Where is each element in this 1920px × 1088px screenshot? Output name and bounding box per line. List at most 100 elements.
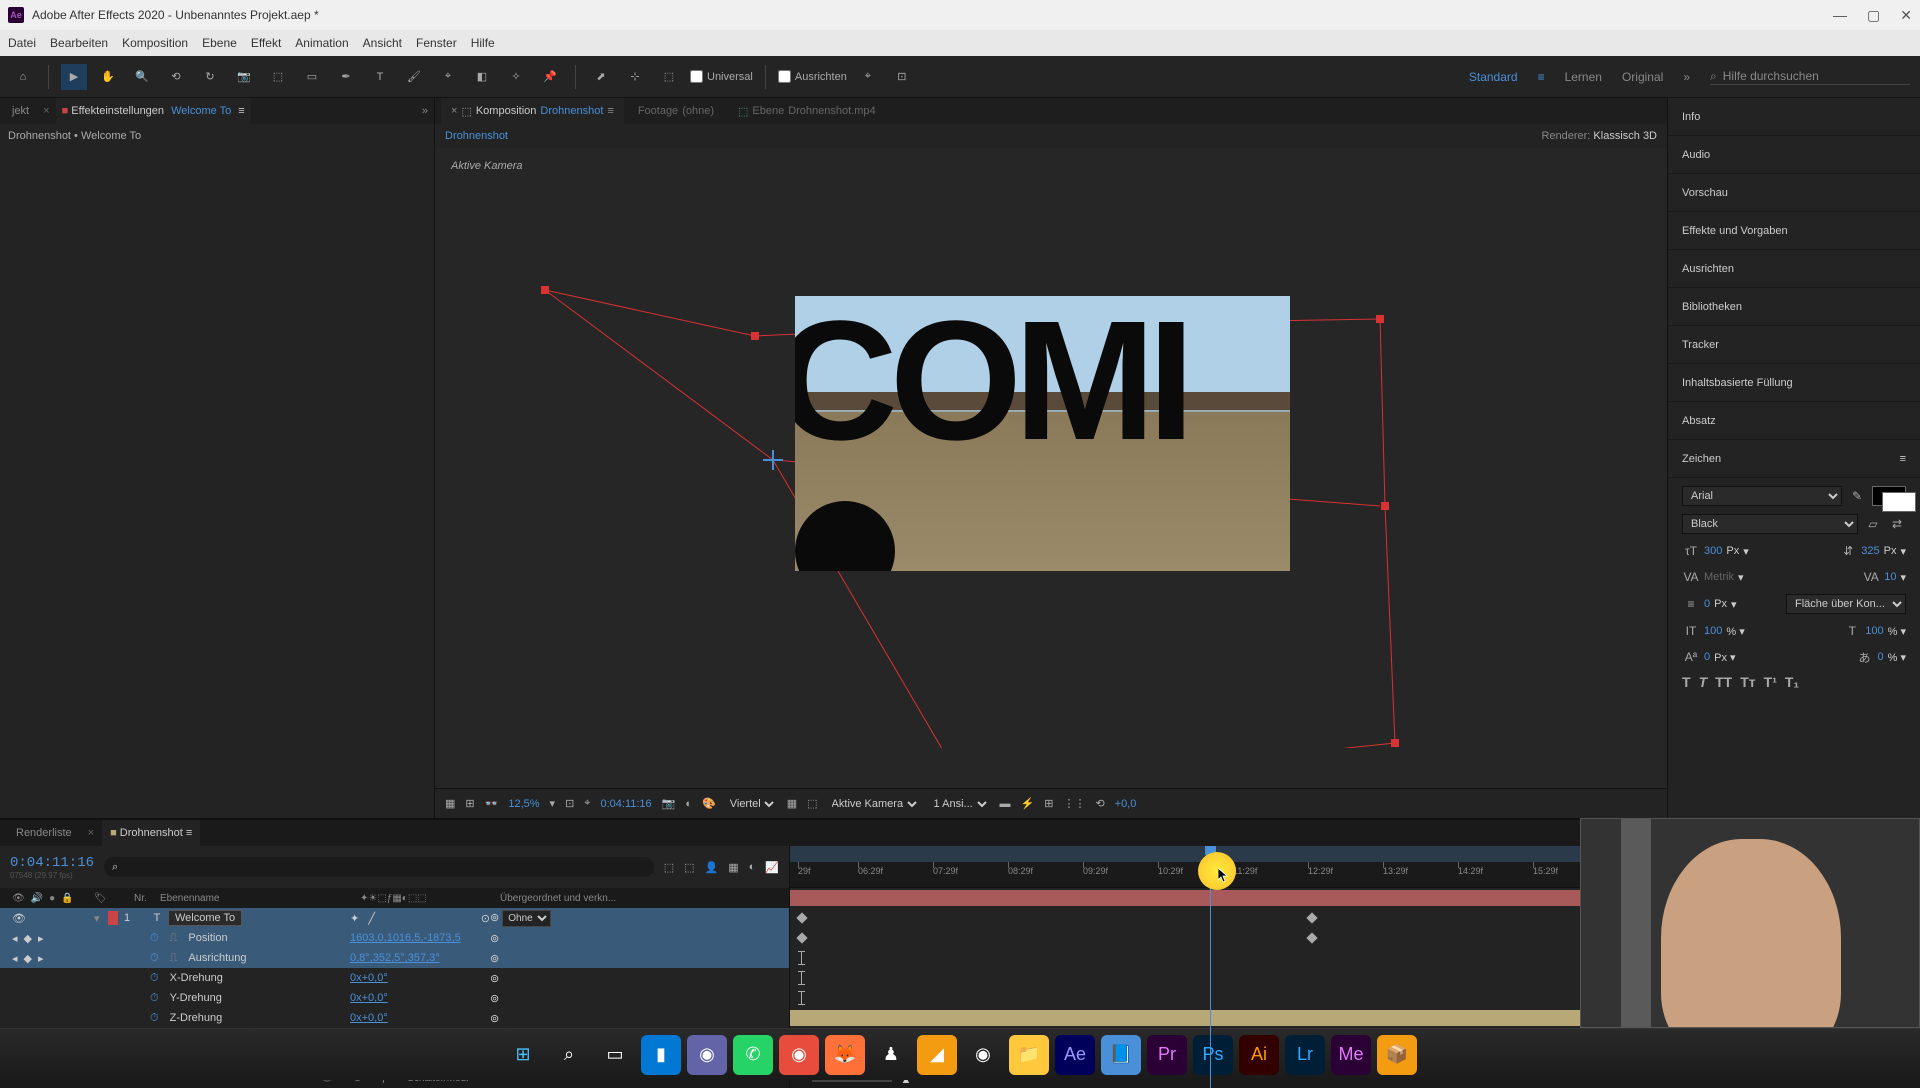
exposure-reset-icon[interactable]: ⟲	[1095, 797, 1104, 810]
taskbar-app-7[interactable]: ◢	[917, 1035, 957, 1075]
workspace-lernen[interactable]: Lernen	[1565, 70, 1602, 84]
panel-ausrichten[interactable]: Ausrichten	[1668, 250, 1920, 288]
tab-projekt-close[interactable]: ×	[43, 105, 49, 117]
motion-blur-icon[interactable]: ◐	[749, 861, 756, 874]
exposure-value[interactable]: +0,0	[1115, 798, 1137, 810]
roto-tool[interactable]: ✧	[503, 64, 529, 90]
font-style-dropdown[interactable]: Black	[1682, 514, 1858, 534]
tab-renderliste[interactable]: Renderliste	[8, 820, 80, 846]
minimize-button[interactable]: —	[1833, 7, 1847, 24]
in-point-marker[interactable]	[801, 971, 802, 985]
keyframe[interactable]	[796, 912, 807, 923]
maximize-button[interactable]: ▢	[1867, 7, 1880, 24]
workspace-menu-icon[interactable]: ≡	[1538, 70, 1545, 84]
prev-keyframe-icon[interactable]: ◂	[12, 932, 18, 945]
y-rotation-value[interactable]: 0x+0,0°	[350, 992, 388, 1004]
comp-breadcrumb[interactable]: Drohnenshot	[445, 130, 508, 142]
resolution-dropdown[interactable]: Viertel	[726, 797, 777, 811]
3d-view-icon[interactable]: ⬚	[807, 797, 817, 810]
panel-effekte[interactable]: Effekte und Vorgaben	[1668, 212, 1920, 250]
zoom-tool[interactable]: 🔍	[129, 64, 155, 90]
pen-tool[interactable]: ✒	[333, 64, 359, 90]
mask-icon[interactable]: ▦	[445, 797, 455, 810]
taskbar-app-16[interactable]: 📦	[1377, 1035, 1417, 1075]
tracking-value[interactable]: 10	[1884, 571, 1896, 583]
menu-fenster[interactable]: Fenster	[416, 36, 457, 50]
help-search[interactable]: ⌕ Hilfe durchsuchen	[1710, 69, 1910, 85]
stopwatch-position[interactable]: ⏱	[150, 932, 159, 945]
rotate-tool[interactable]: ↻	[197, 64, 223, 90]
fast-preview-icon[interactable]: ⚡	[1021, 797, 1035, 810]
stroke-color-swatch[interactable]	[1882, 492, 1916, 512]
tab-composition[interactable]: × ⬚ Komposition Drohnenshot ≡	[441, 98, 624, 124]
mask-visibility-icon[interactable]: 👓	[485, 797, 499, 810]
axis-local-icon[interactable]: ⬈	[588, 64, 614, 90]
menu-datei[interactable]: Datei	[8, 36, 36, 50]
graph-editor-icon[interactable]: 📈	[765, 861, 779, 874]
taskbar-app-1[interactable]: ▮	[641, 1035, 681, 1075]
tab-timeline-comp[interactable]: ■ Drohnenshot ≡	[102, 820, 200, 846]
lightroom-icon[interactable]: Lr	[1285, 1035, 1325, 1075]
channel-icon[interactable]: 🎨	[702, 797, 716, 810]
obs-icon[interactable]: ◉	[963, 1035, 1003, 1075]
axis-world-icon[interactable]: ⊹	[622, 64, 648, 90]
panel-vorschau[interactable]: Vorschau	[1668, 174, 1920, 212]
start-button[interactable]: ⊞	[503, 1035, 543, 1075]
eraser-tool[interactable]: ◧	[469, 64, 495, 90]
tsume-value[interactable]: 0	[1878, 651, 1884, 663]
keyframe[interactable]	[796, 932, 807, 943]
brush-tool[interactable]: 🖌	[401, 64, 427, 90]
grid-icon[interactable]: ⊞	[465, 797, 474, 810]
puppet-tool[interactable]: 📌	[537, 64, 563, 90]
panel-inhaltsfullung[interactable]: Inhaltsbasierte Füllung	[1668, 364, 1920, 402]
comp-flow-icon[interactable]: ⋮⋮	[1063, 797, 1085, 810]
premiere-icon[interactable]: Pr	[1147, 1035, 1187, 1075]
hscale-value[interactable]: 100	[1865, 625, 1883, 637]
menu-animation[interactable]: Animation	[295, 36, 348, 50]
in-point-marker[interactable]	[801, 951, 802, 965]
hand-tool[interactable]: ✋	[95, 64, 121, 90]
layer-anchor-icon[interactable]	[763, 450, 783, 470]
camera-tool[interactable]: 📷	[231, 64, 257, 90]
panel-absatz[interactable]: Absatz	[1668, 402, 1920, 440]
visibility-toggle[interactable]: 👁	[12, 912, 26, 925]
taskbar-app-6[interactable]: ♟	[871, 1035, 911, 1075]
clone-tool[interactable]: ⌖	[435, 64, 461, 90]
vscale-value[interactable]: 100	[1704, 625, 1722, 637]
show-snapshot-icon[interactable]: ◐	[685, 798, 692, 810]
comp-mini-flow-icon[interactable]: ⬚	[664, 861, 674, 874]
stopwatch-orientation[interactable]: ⏱	[150, 952, 159, 965]
after-effects-icon[interactable]: Ae	[1055, 1035, 1095, 1075]
allcaps-button[interactable]: TT	[1715, 674, 1732, 690]
type-tool[interactable]: T	[367, 64, 393, 90]
property-x-rotation[interactable]: ⏱ X-Drehung 0x+0,0° ⊚	[0, 968, 789, 988]
universal-checkbox[interactable]: Universal	[690, 70, 753, 83]
menu-komposition[interactable]: Komposition	[122, 36, 188, 50]
resolution-icon[interactable]: ⊡	[565, 797, 574, 810]
in-point-marker[interactable]	[801, 991, 802, 1005]
panel-bibliotheken[interactable]: Bibliotheken	[1668, 288, 1920, 326]
eyedropper-icon[interactable]: ✎	[1848, 487, 1866, 505]
twirl-layer-1[interactable]: ▾	[94, 912, 106, 925]
tab-render-close[interactable]: ×	[88, 827, 94, 839]
swap-colors-icon[interactable]: ⇄	[1888, 515, 1906, 533]
workspace-overflow-icon[interactable]: »	[1683, 70, 1690, 84]
font-size-value[interactable]: 300	[1704, 545, 1722, 557]
orientation-value[interactable]: 0,8°,352,5°,357,3°	[350, 952, 440, 964]
panel-audio[interactable]: Audio	[1668, 136, 1920, 174]
keyframe[interactable]	[1306, 912, 1317, 923]
menu-effekt[interactable]: Effekt	[251, 36, 281, 50]
layer-name-input[interactable]: Welcome To	[168, 910, 242, 926]
bold-button[interactable]: T	[1682, 674, 1691, 690]
panel-menu-icon[interactable]: ≡	[1900, 453, 1906, 465]
z-rotation-value[interactable]: 0x+0,0°	[350, 1012, 388, 1024]
home-icon[interactable]: ⌂	[10, 64, 36, 90]
next-keyframe-icon[interactable]: ▸	[38, 932, 44, 945]
tab-projekt[interactable]: jekt	[6, 98, 35, 124]
expression-pickwhip-icon[interactable]: ⊚	[490, 933, 499, 945]
chevron-down-icon[interactable]: ▾	[550, 797, 556, 810]
task-view-icon[interactable]: ▭	[595, 1035, 635, 1075]
roi-icon[interactable]: ⌖	[584, 797, 590, 810]
taskbar-search-icon[interactable]: ⌕	[549, 1035, 589, 1075]
layer-row-welcome-to[interactable]: 👁 ▾ 1 TWelcome To ✦ ╱⊙ ⊚ Ohne	[0, 908, 789, 928]
